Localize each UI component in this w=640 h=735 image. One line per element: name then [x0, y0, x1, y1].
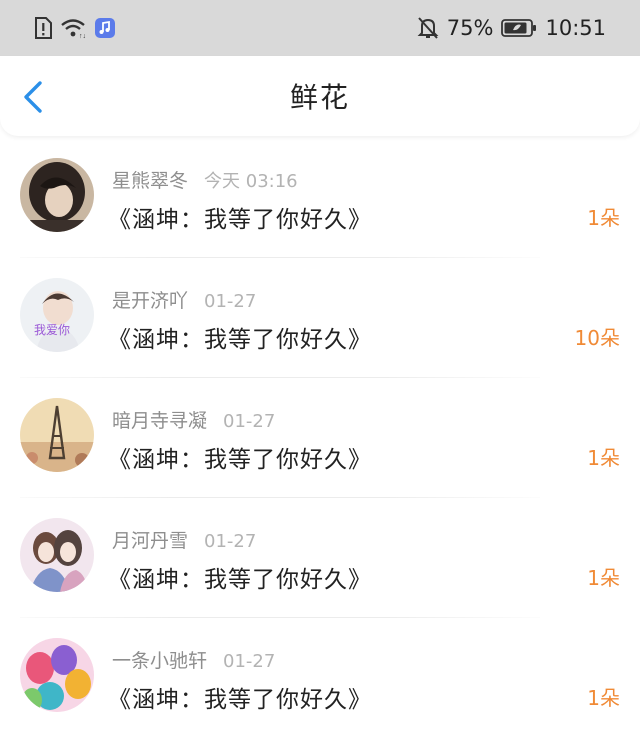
list-item[interactable]: 月河丹雪 01-27 《涵坤：我等了你好久》 1朵 — [0, 498, 640, 618]
nav-bar: 鲜花 — [0, 56, 640, 136]
book-title[interactable]: 《涵坤：我等了你好久》 — [108, 560, 372, 594]
back-button[interactable] — [20, 80, 50, 114]
user-name[interactable]: 是开济吖 — [112, 286, 188, 313]
timestamp: 01-27 — [223, 411, 276, 432]
flower-count: 10朵 — [574, 326, 620, 350]
user-name[interactable]: 暗月寺寻凝 — [112, 406, 207, 433]
back-chevron-icon — [24, 81, 42, 113]
battery-icon — [501, 18, 537, 38]
timestamp: 今天 03:16 — [204, 171, 298, 192]
flower-count: 1朵 — [587, 206, 620, 230]
list-item[interactable]: 我爱你 是开济吖 01-27 《涵坤：我等了你好久》 10朵 — [0, 258, 640, 378]
timestamp: 01-27 — [223, 651, 276, 672]
item-meta: 暗月寺寻凝 01-27 — [112, 406, 275, 433]
wifi-icon: ↑↓ — [60, 17, 86, 39]
item-meta: 一条小驰轩 01-27 — [112, 646, 275, 673]
user-name[interactable]: 月河丹雪 — [112, 526, 188, 553]
item-meta: 是开济吖 01-27 — [112, 286, 256, 313]
list-item[interactable]: 一条小驰轩 01-27 《涵坤：我等了你好久》 1朵 — [0, 618, 640, 735]
status-right: 75% 10:51 — [417, 16, 606, 40]
timestamp: 01-27 — [204, 531, 257, 552]
avatar[interactable] — [20, 398, 94, 472]
item-meta: 星熊翠冬 今天 03:16 — [112, 166, 298, 193]
item-meta: 月河丹雪 01-27 — [112, 526, 256, 553]
alert-sim-icon — [34, 17, 52, 39]
status-bar: ↑↓ 75% 10:51 — [0, 0, 640, 56]
svg-text:↑↓: ↑↓ — [79, 33, 86, 39]
avatar[interactable] — [20, 158, 94, 232]
music-app-icon — [94, 17, 116, 39]
flower-count: 1朵 — [587, 686, 620, 710]
svg-text:我爱你: 我爱你 — [34, 323, 70, 337]
list-item[interactable]: 星熊翠冬 今天 03:16 《涵坤：我等了你好久》 1朵 — [0, 138, 640, 258]
avatar[interactable]: 我爱你 — [20, 278, 94, 352]
book-title[interactable]: 《涵坤：我等了你好久》 — [108, 680, 372, 714]
mute-bell-icon — [417, 16, 439, 40]
clock: 10:51 — [545, 16, 606, 40]
avatar[interactable] — [20, 518, 94, 592]
status-left: ↑↓ — [34, 17, 116, 39]
list-item[interactable]: 暗月寺寻凝 01-27 《涵坤：我等了你好久》 1朵 — [0, 378, 640, 498]
flower-count: 1朵 — [587, 446, 620, 470]
book-title[interactable]: 《涵坤：我等了你好久》 — [108, 200, 372, 234]
timestamp: 01-27 — [204, 291, 257, 312]
page-title: 鲜花 — [289, 81, 350, 114]
flower-count: 1朵 — [587, 566, 620, 590]
user-name[interactable]: 一条小驰轩 — [112, 646, 207, 673]
book-title[interactable]: 《涵坤：我等了你好久》 — [108, 440, 372, 474]
avatar[interactable] — [20, 638, 94, 712]
flower-list: 星熊翠冬 今天 03:16 《涵坤：我等了你好久》 1朵 我爱你 是开济吖 01… — [0, 138, 640, 735]
battery-percent: 75% — [446, 16, 494, 40]
user-name[interactable]: 星熊翠冬 — [112, 166, 188, 193]
book-title[interactable]: 《涵坤：我等了你好久》 — [108, 320, 372, 354]
